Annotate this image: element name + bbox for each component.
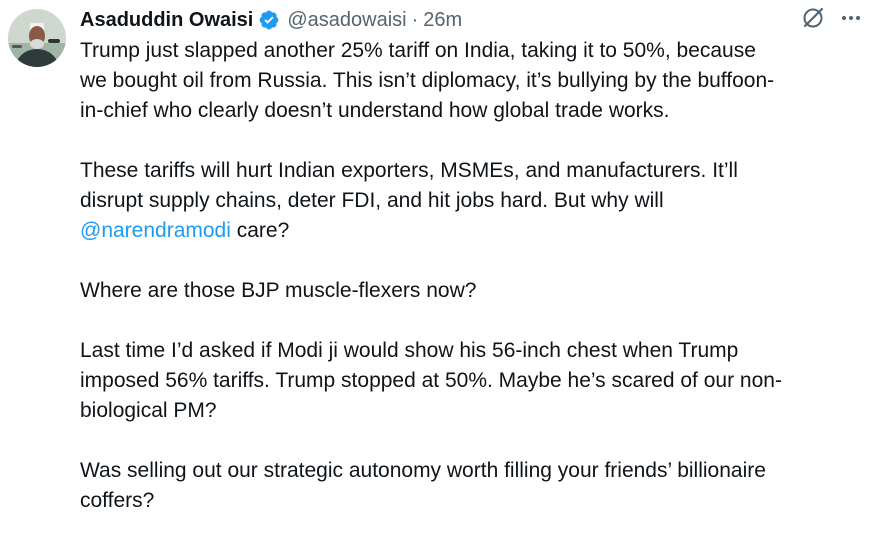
- text-line: in-chief who clearly doesn’t understand …: [80, 99, 670, 122]
- paragraph: Trump just slapped another 25% tariff on…: [80, 36, 870, 126]
- text-line: Last time I’d asked if Modi ji would sho…: [80, 339, 739, 362]
- text-line: Was selling out our strategic autonomy w…: [80, 459, 766, 482]
- more-options-button[interactable]: [837, 6, 865, 34]
- separator-dot: ·: [411, 8, 419, 31]
- avatar-image: [8, 9, 66, 67]
- text-line: biological PM?: [80, 399, 217, 422]
- text-line: These tariffs will hurt Indian exporters…: [80, 159, 738, 182]
- paragraph: Last time I’d asked if Modi ji would sho…: [80, 336, 870, 426]
- grok-icon: [800, 5, 826, 36]
- timestamp[interactable]: 26m: [423, 9, 462, 32]
- tweet-text: Trump just slapped another 25% tariff on…: [80, 36, 870, 546]
- grok-button[interactable]: [799, 6, 827, 34]
- tweet: Asaduddin Owaisi @asadowaisi · 26m Trump…: [0, 0, 895, 531]
- more-icon: [840, 7, 862, 34]
- text-line: disrupt supply chains, deter FDI, and hi…: [80, 189, 664, 212]
- text-line: coffers?: [80, 489, 155, 512]
- text-line: Trump just slapped another 25% tariff on…: [80, 39, 756, 62]
- tweet-actions: [799, 6, 865, 34]
- verified-badge-icon: [258, 9, 280, 31]
- display-name[interactable]: Asaduddin Owaisi: [80, 9, 253, 32]
- paragraph: Was selling out our strategic autonomy w…: [80, 456, 870, 516]
- paragraph: These tariffs will hurt Indian exporters…: [80, 156, 870, 246]
- tweet-header: Asaduddin Owaisi @asadowaisi · 26m: [80, 6, 462, 34]
- text-line: imposed 56% tariffs. Trump stopped at 50…: [80, 369, 782, 392]
- text-line: @narendramodi care?: [80, 216, 870, 246]
- text-line: Where are those BJP muscle-flexers now?: [80, 279, 477, 302]
- paragraph: Where are those BJP muscle-flexers now?: [80, 276, 870, 306]
- text-line: we bought oil from Russia. This isn’t di…: [80, 69, 775, 92]
- mention-link[interactable]: @narendramodi: [80, 219, 231, 242]
- text-fragment: care?: [230, 219, 290, 242]
- avatar[interactable]: [8, 9, 66, 67]
- author-handle[interactable]: @asadowaisi: [287, 9, 406, 32]
